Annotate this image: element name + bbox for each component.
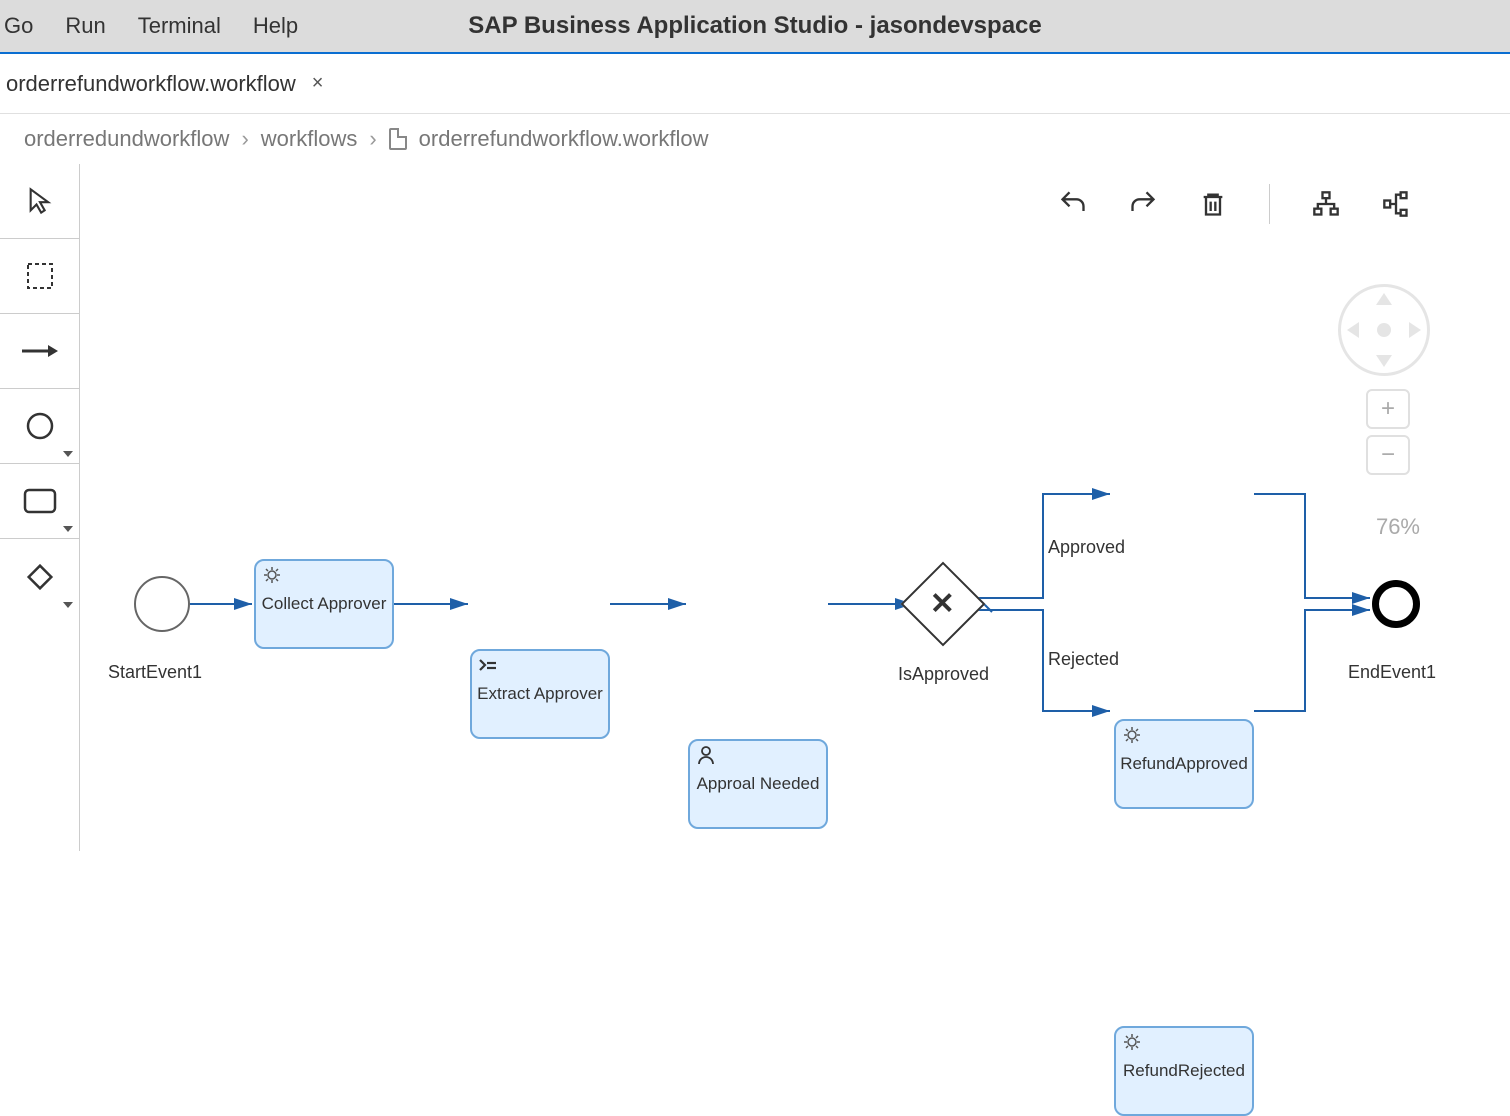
trash-icon[interactable] [1199,190,1227,218]
start-event-node[interactable] [134,576,190,632]
task-refund-approved[interactable]: RefundApproved [1114,719,1254,809]
toolbar-divider [1269,184,1270,224]
gear-icon [262,565,282,585]
palette-cursor-tool[interactable] [0,164,79,239]
menu-go[interactable]: Go [4,13,33,39]
start-event-label: StartEvent1 [108,662,202,683]
chevron-right-icon: › [241,126,248,152]
zoom-controls: + − [1366,389,1410,475]
task-label: RefundApproved [1120,754,1248,774]
task-label: RefundRejected [1123,1061,1245,1081]
chevron-right-icon: › [369,126,376,152]
diamond-icon [25,562,55,592]
palette-start-event-tool[interactable] [0,389,79,464]
palette-marquee-tool[interactable] [0,239,79,314]
chevron-down-icon [63,526,73,532]
gear-icon [1122,725,1142,745]
gateway-is-approved[interactable]: ✕ [901,562,986,647]
tab-label: orderrefundworkflow.workflow [6,71,296,97]
gear-icon [1122,1032,1142,1052]
pan-left-icon[interactable] [1347,322,1359,338]
pan-up-icon[interactable] [1376,293,1392,305]
palette-task-tool[interactable] [0,464,79,539]
edge-rejected-label: Rejected [1048,649,1119,670]
menu-run[interactable]: Run [65,13,105,39]
palette [0,164,80,851]
gateway-label: IsApproved [898,664,989,685]
chevron-down-icon [63,602,73,608]
x-icon: ✕ [930,586,955,621]
layout-tree-icon[interactable] [1312,190,1340,218]
zoom-level: 76% [1376,514,1420,540]
close-icon[interactable]: × [312,72,324,95]
breadcrumb-segment[interactable]: workflows [261,126,358,152]
editor-tab[interactable]: orderrefundworkflow.workflow × [6,71,323,97]
arrow-right-icon [20,341,60,361]
redo-icon[interactable] [1129,190,1157,218]
edge-approved-label: Approved [1048,537,1125,558]
pan-control[interactable] [1338,284,1430,376]
task-label: Extract Approver [477,684,603,704]
marquee-icon [26,262,54,290]
user-icon [696,745,716,765]
pan-right-icon[interactable] [1409,322,1421,338]
palette-connector-tool[interactable] [0,314,79,389]
task-label: Approal Needed [697,774,820,794]
undo-icon[interactable] [1059,190,1087,218]
breadcrumb: orderredundworkflow › workflows › orderr… [0,114,1510,164]
breadcrumb-segment[interactable]: orderredundworkflow [24,126,229,152]
task-label: Collect Approver [262,594,387,614]
editor-area: + − 76% Start [0,164,1510,851]
end-event-label: EndEvent1 [1348,662,1436,683]
zoom-out-button[interactable]: − [1366,435,1410,475]
rectangle-icon [23,488,57,514]
menu-help[interactable]: Help [253,13,298,39]
script-icon [478,655,498,675]
tabbar: orderrefundworkflow.workflow × [0,54,1510,114]
task-approval-needed[interactable]: Approal Needed [688,739,828,829]
circle-icon [25,411,55,441]
menu-terminal[interactable]: Terminal [138,13,221,39]
canvas[interactable]: + − 76% Start [80,164,1510,851]
task-collect-approver[interactable]: Collect Approver [254,559,394,649]
layout-org-icon[interactable] [1382,190,1410,218]
app-title: SAP Business Application Studio - jasond… [468,12,1041,40]
file-icon [389,128,407,150]
pan-down-icon[interactable] [1376,355,1392,367]
task-extract-approver[interactable]: Extract Approver [470,649,610,739]
menubar: Go Run Terminal Help SAP Business Applic… [0,0,1510,54]
breadcrumb-segment[interactable]: orderrefundworkflow.workflow [419,126,709,152]
pan-center-icon[interactable] [1377,323,1391,337]
end-event-node[interactable] [1372,580,1420,628]
palette-gateway-tool[interactable] [0,539,79,614]
canvas-toolbar [1059,184,1410,224]
cursor-icon [26,187,54,215]
chevron-down-icon [63,451,73,457]
zoom-in-button[interactable]: + [1366,389,1410,429]
task-refund-rejected[interactable]: RefundRejected [1114,1026,1254,1116]
